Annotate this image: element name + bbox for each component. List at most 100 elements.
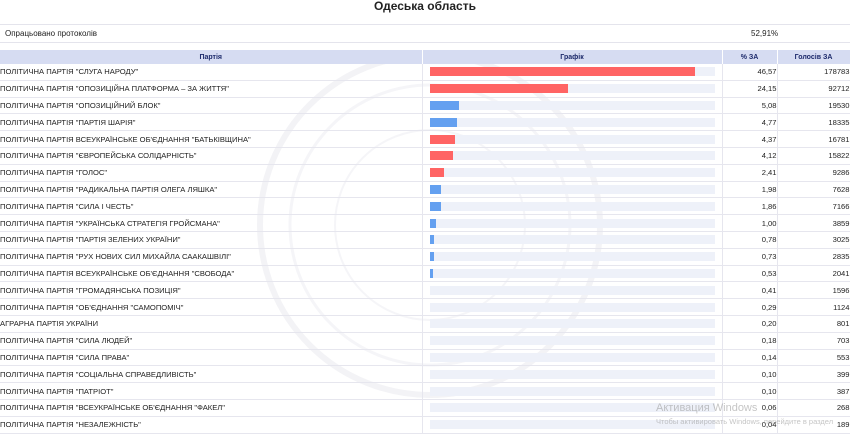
column-header-percent[interactable]: % ЗА	[722, 50, 778, 64]
graph-cell	[422, 97, 723, 115]
table-row: ПОЛІТИЧНА ПАРТІЯ "ПАТРІОТ" 0,10 387	[0, 382, 850, 400]
votes-cell: 92712	[777, 80, 850, 98]
party-name-cell: ПОЛІТИЧНА ПАРТІЯ ВСЕУКРАЇНСЬКЕ ОБ'ЄДНАНН…	[0, 265, 423, 283]
bar-track	[429, 67, 715, 77]
processed-protocols-row: Опрацьовано протоколів 52,91%	[0, 24, 850, 43]
table-row: ПОЛІТИЧНА ПАРТІЯ "ПАРТІЯ ШАРІЯ" 4,77 18335	[0, 113, 850, 132]
percent-cell: 0,04	[722, 416, 778, 434]
bar-track	[429, 151, 715, 161]
votes-cell: 7628	[777, 181, 850, 199]
table-row: ПОЛІТИЧНА ПАРТІЯ "СЛУГА НАРОДУ" 46,57 1787…	[0, 64, 850, 81]
votes-cell: 18335	[777, 113, 850, 132]
votes-cell: 703	[777, 332, 850, 350]
percent-cell: 24,15	[722, 80, 778, 98]
percent-cell: 4,12	[722, 147, 778, 165]
table-row: ПОЛІТИЧНА ПАРТІЯ "СОЦІАЛЬНА СПРАВЕДЛИВІС…	[0, 365, 850, 384]
votes-cell: 399	[777, 365, 850, 384]
bar-track	[429, 84, 715, 94]
party-name-cell: ПОЛІТИЧНА ПАРТІЯ "УКРАЇНСЬКА СТРАТЕГІЯ Г…	[0, 214, 423, 232]
votes-cell: 15822	[777, 147, 850, 165]
votes-cell: 16781	[777, 130, 850, 148]
percent-cell: 2,41	[722, 164, 778, 182]
processed-protocols-label: Опрацьовано протоколів	[5, 29, 97, 38]
table-row: ПОЛІТИЧНА ПАРТІЯ "СИЛА І ЧЕСТЬ" 1,86 7166	[0, 197, 850, 216]
table-header-row: Партія Графік % ЗА Голосів ЗА	[0, 50, 850, 64]
graph-cell	[422, 147, 723, 165]
column-header-votes[interactable]: Голосів ЗА	[777, 50, 850, 64]
processed-protocols-value: 52,91%	[751, 29, 779, 38]
graph-cell	[422, 382, 723, 400]
vote-share-bar	[429, 67, 695, 77]
bar-track	[429, 168, 715, 178]
percent-cell: 0,10	[722, 365, 778, 384]
bar-track	[429, 319, 715, 329]
table-row: ПОЛІТИЧНА ПАРТІЯ ВСЕУКРАЇНСЬКЕ ОБ'ЄДНАНН…	[0, 265, 850, 283]
bar-track	[429, 218, 715, 228]
party-name-cell: ПОЛІТИЧНА ПАРТІЯ "СЛУГА НАРОДУ"	[0, 64, 423, 81]
graph-cell	[422, 181, 723, 199]
bar-track	[429, 386, 715, 396]
bar-track	[429, 201, 715, 211]
vote-share-bar	[429, 184, 441, 194]
table-row: ПОЛІТИЧНА ПАРТІЯ "РУХ НОВИХ СИЛ МИХАЙЛА …	[0, 248, 850, 266]
party-name-cell: ПОЛІТИЧНА ПАРТІЯ "ПАТРІОТ"	[0, 382, 423, 400]
bar-track	[429, 268, 715, 278]
party-name-cell: ПОЛІТИЧНА ПАРТІЯ "ВСЕУКРАЇНСЬКЕ ОБ'ЄДНАН…	[0, 399, 423, 417]
bar-track	[429, 336, 715, 346]
votes-cell: 7166	[777, 197, 850, 216]
votes-cell: 1596	[777, 281, 850, 300]
graph-cell	[422, 64, 723, 81]
percent-cell: 1,86	[722, 197, 778, 216]
graph-cell	[422, 332, 723, 350]
graph-cell	[422, 349, 723, 367]
table-row: ПОЛІТИЧНА ПАРТІЯ "ОПОЗИЦІЙНИЙ БЛОК" 5,08 1…	[0, 97, 850, 115]
table-row: ПОЛІТИЧНА ПАРТІЯ "ЄВРОПЕЙСЬКА СОЛІДАРНІС…	[0, 147, 850, 165]
votes-cell: 553	[777, 349, 850, 367]
table-row: ПОЛІТИЧНА ПАРТІЯ ВСЕУКРАЇНСЬКЕ ОБ'ЄДНАНН…	[0, 130, 850, 148]
percent-cell: 4,77	[722, 113, 778, 132]
bar-track	[429, 184, 715, 194]
bar-track	[429, 285, 715, 295]
results-body: ПОЛІТИЧНА ПАРТІЯ "СЛУГА НАРОДУ" 46,57 1787…	[0, 64, 850, 434]
graph-cell	[422, 416, 723, 434]
vote-share-bar	[429, 268, 433, 278]
party-name-cell: ПОЛІТИЧНА ПАРТІЯ "ЄВРОПЕЙСЬКА СОЛІДАРНІС…	[0, 147, 423, 165]
party-name-cell: ПОЛІТИЧНА ПАРТІЯ "ОБ'ЄДНАННЯ "САМОПОМІЧ"	[0, 298, 423, 316]
graph-cell	[422, 214, 723, 232]
table-row: ПОЛІТИЧНА ПАРТІЯ "ОПОЗИЦІЙНА ПЛАТФОРМА –…	[0, 80, 850, 98]
percent-cell: 0,73	[722, 248, 778, 266]
votes-cell: 19530	[777, 97, 850, 115]
bar-track	[429, 420, 715, 430]
table-row: ПОЛІТИЧНА ПАРТІЯ "ОБ'ЄДНАННЯ "САМОПОМІЧ"…	[0, 298, 850, 316]
bar-track	[429, 352, 715, 362]
graph-cell	[422, 80, 723, 98]
party-name-cell: ПОЛІТИЧНА ПАРТІЯ "ОПОЗИЦІЙНИЙ БЛОК"	[0, 97, 423, 115]
party-name-cell: ПОЛІТИЧНА ПАРТІЯ "ГРОМАДЯНСЬКА ПОЗИЦІЯ"	[0, 281, 423, 300]
vote-share-bar	[429, 201, 441, 211]
vote-share-bar	[429, 252, 434, 262]
votes-cell: 3025	[777, 231, 850, 249]
results-table: Партія Графік % ЗА Голосів ЗА ПОЛІТИЧНА …	[0, 50, 850, 434]
table-row: ПОЛІТИЧНА ПАРТІЯ "ВСЕУКРАЇНСЬКЕ ОБ'ЄДНАН…	[0, 399, 850, 417]
bar-track	[429, 369, 715, 379]
party-name-cell: ПОЛІТИЧНА ПАРТІЯ "СИЛА ПРАВА"	[0, 349, 423, 367]
column-header-party[interactable]: Партія	[0, 50, 423, 64]
column-header-graph[interactable]: Графік	[422, 50, 723, 64]
votes-cell: 189	[777, 416, 850, 434]
percent-cell: 4,37	[722, 130, 778, 148]
percent-cell: 46,57	[722, 64, 778, 81]
table-row: ПОЛІТИЧНА ПАРТІЯ "ПАРТІЯ ЗЕЛЕНИХ УКРАЇНИ…	[0, 231, 850, 249]
party-name-cell: ПОЛІТИЧНА ПАРТІЯ "ПАРТІЯ ЗЕЛЕНИХ УКРАЇНИ…	[0, 231, 423, 249]
percent-cell: 0,18	[722, 332, 778, 350]
party-name-cell: ПОЛІТИЧНА ПАРТІЯ ВСЕУКРАЇНСЬКЕ ОБ'ЄДНАНН…	[0, 130, 423, 148]
graph-cell	[422, 248, 723, 266]
percent-cell: 0,53	[722, 265, 778, 283]
graph-cell	[422, 399, 723, 417]
percent-cell: 5,08	[722, 97, 778, 115]
percent-cell: 1,00	[722, 214, 778, 232]
graph-cell	[422, 315, 723, 333]
graph-cell	[422, 365, 723, 384]
table-row: ПОЛІТИЧНА ПАРТІЯ "ГОЛОС" 2,41 9286	[0, 164, 850, 182]
votes-cell: 178783	[777, 64, 850, 81]
party-name-cell: ПОЛІТИЧНА ПАРТІЯ "РАДИКАЛЬНА ПАРТІЯ ОЛЕГ…	[0, 181, 423, 199]
